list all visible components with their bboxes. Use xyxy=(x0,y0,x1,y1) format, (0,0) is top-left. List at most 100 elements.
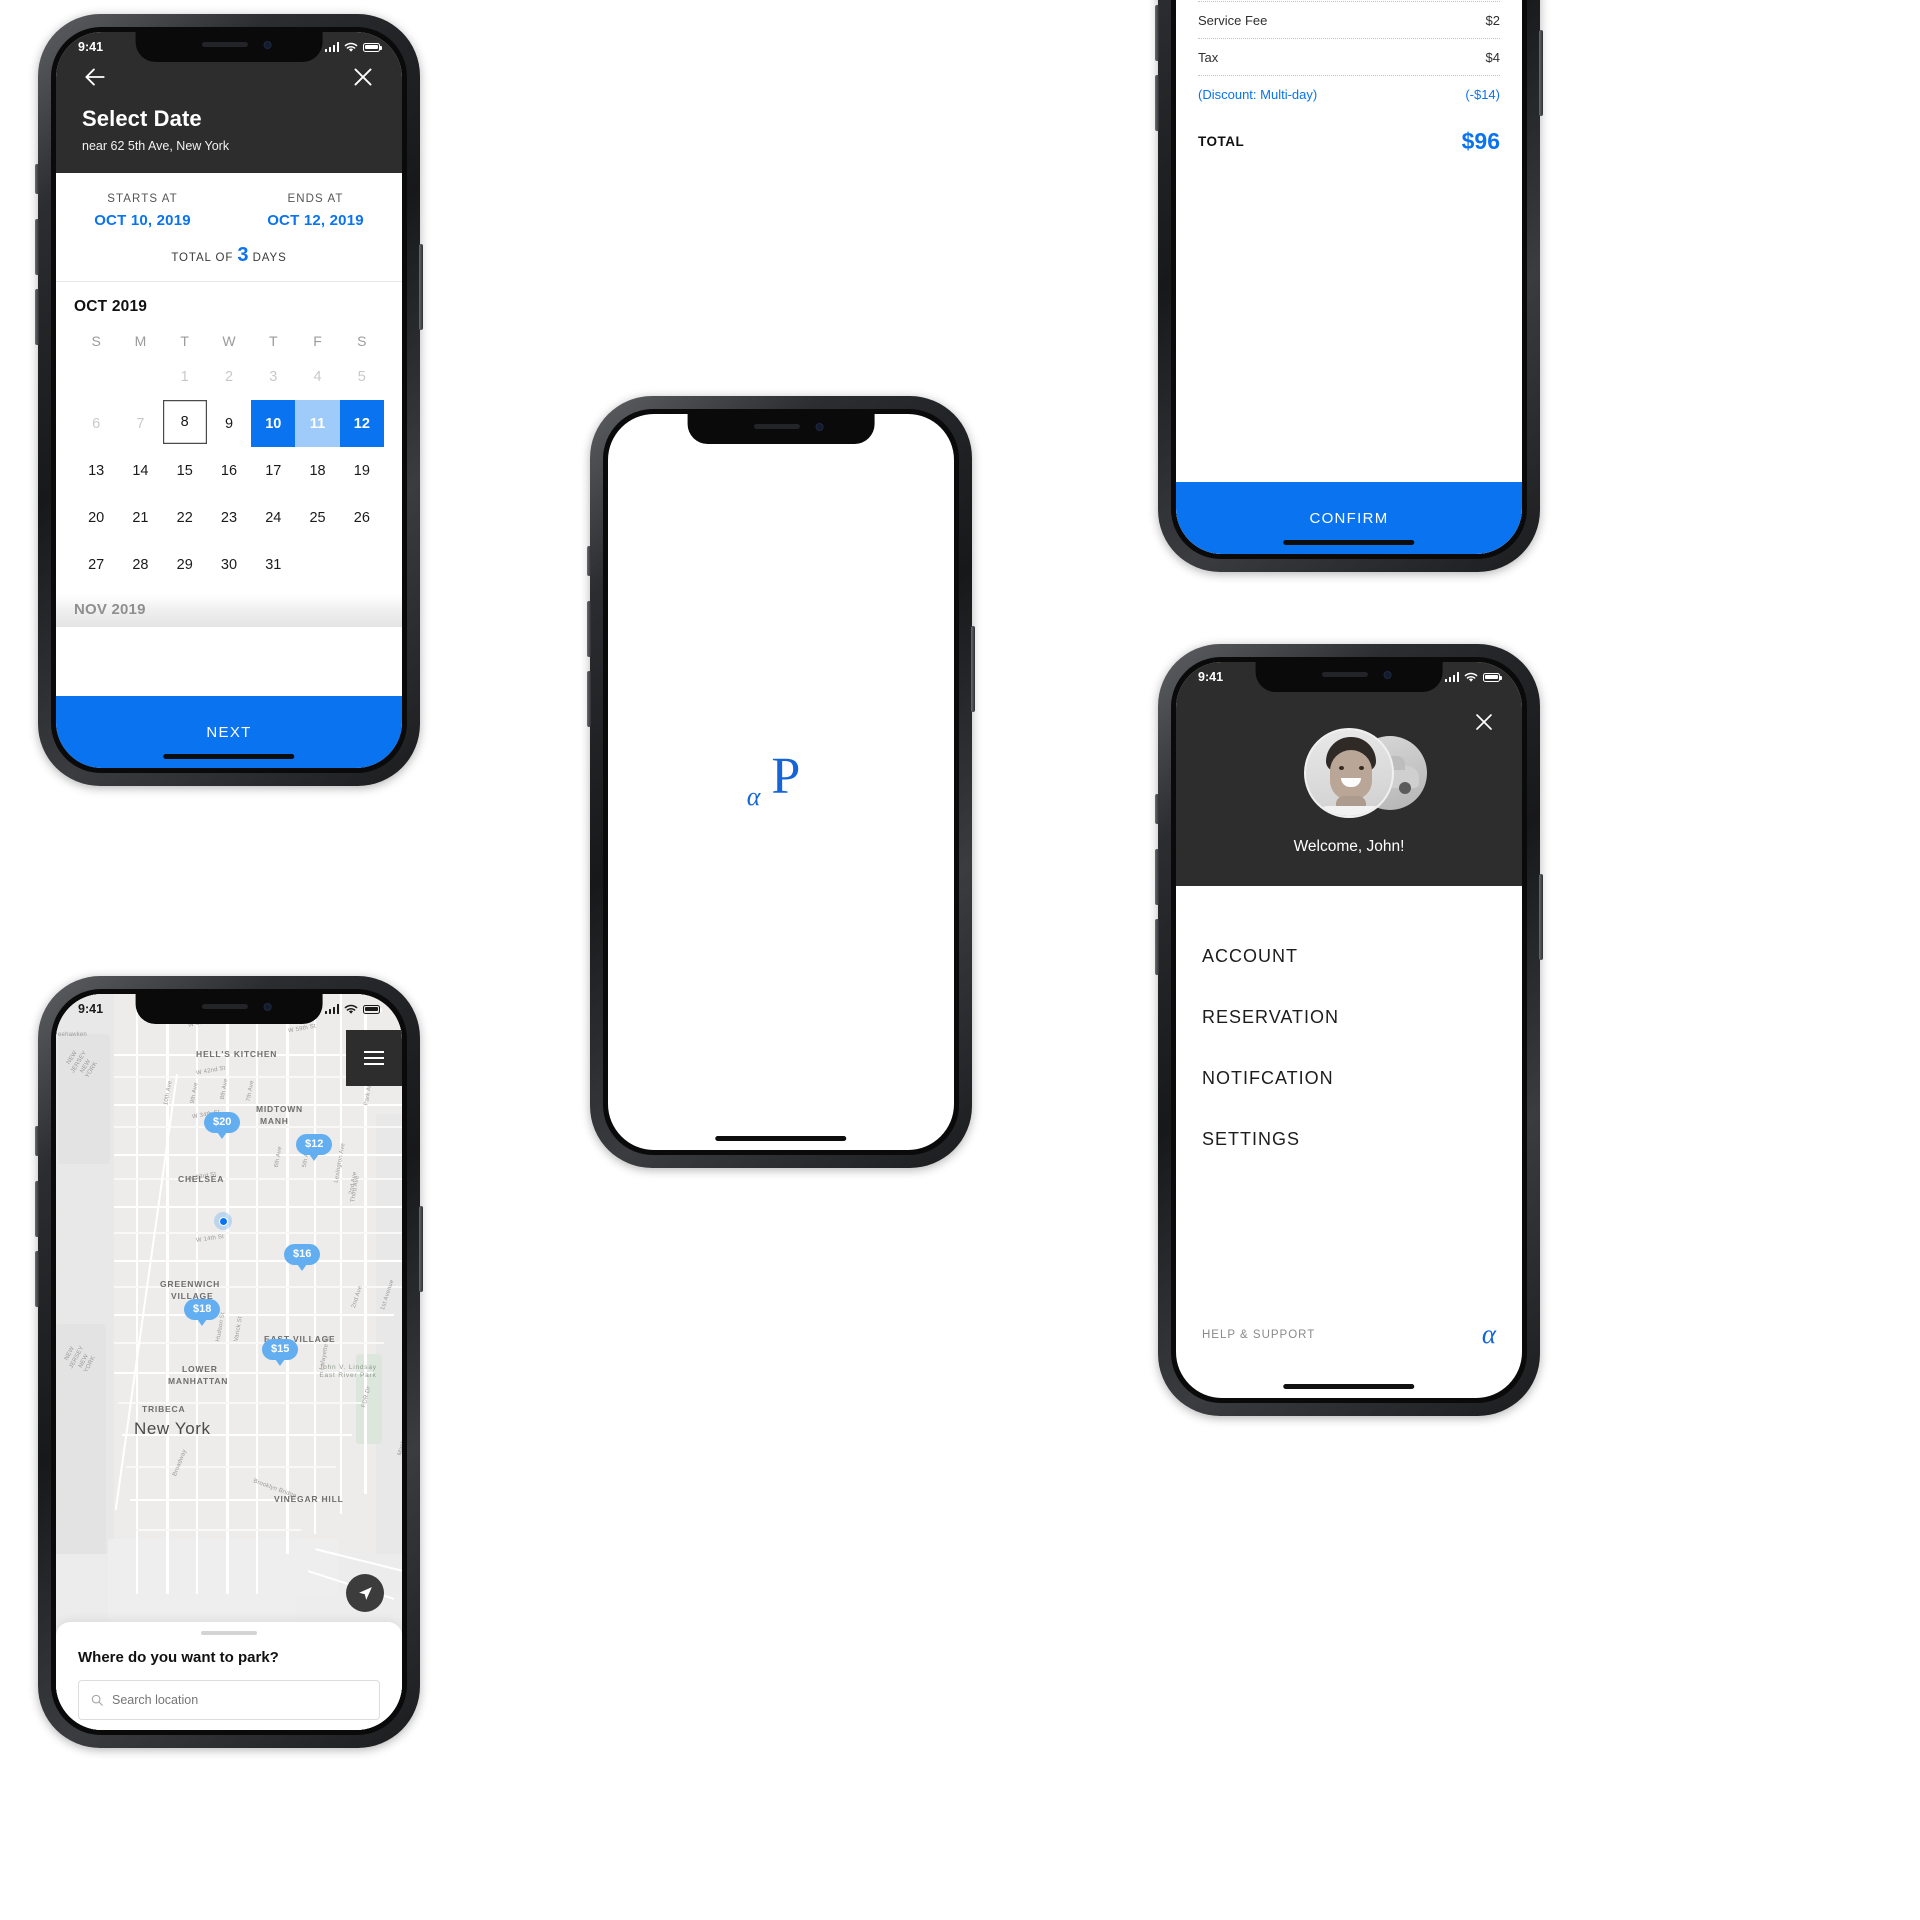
calendar-day-3[interactable]: 3 xyxy=(251,353,295,400)
cross-street xyxy=(114,1260,402,1262)
phone-bezel: αP xyxy=(603,409,959,1155)
volume-up-button[interactable] xyxy=(1155,849,1159,905)
calendar-day-30[interactable]: 30 xyxy=(207,541,251,588)
pricing-row-label: Service Fee xyxy=(1198,13,1268,28)
menu-item-account[interactable]: ACCOUNT xyxy=(1202,926,1496,987)
starts-at-block[interactable]: STARTS AT OCT 10, 2019 xyxy=(56,193,229,229)
status-time: 9:41 xyxy=(78,1002,104,1016)
calendar-day-11[interactable]: 11 xyxy=(295,400,340,447)
avatar[interactable] xyxy=(1304,728,1394,818)
ends-at-value: OCT 12, 2019 xyxy=(267,212,364,229)
calendar-day-7[interactable]: 7 xyxy=(118,400,162,447)
price-pin[interactable]: $20 xyxy=(204,1112,241,1133)
calendar-day-17[interactable]: 17 xyxy=(251,447,295,494)
calendar-day-8[interactable]: 8 xyxy=(163,400,207,444)
neighborhood-label: MANHATTAN xyxy=(168,1376,229,1386)
calendar-day-28[interactable]: 28 xyxy=(118,541,162,588)
volume-down-button[interactable] xyxy=(1155,75,1159,131)
search-box[interactable] xyxy=(78,1679,380,1720)
mute-switch[interactable] xyxy=(1155,794,1159,824)
speaker-grille xyxy=(202,1004,249,1009)
calendar-day-15[interactable]: 15 xyxy=(163,447,207,494)
price-pin[interactable]: $18 xyxy=(184,1299,221,1320)
calendar-day-29[interactable]: 29 xyxy=(163,541,207,588)
search-sheet: Where do you want to park? xyxy=(56,1622,402,1730)
menu-item-notifcation[interactable]: NOTIFCATION xyxy=(1202,1048,1496,1109)
volume-down-button[interactable] xyxy=(1155,919,1159,975)
volume-up-button[interactable] xyxy=(35,219,39,275)
power-button[interactable] xyxy=(419,1206,423,1292)
ends-at-block[interactable]: ENDS AT OCT 12, 2019 xyxy=(229,193,402,229)
mute-switch[interactable] xyxy=(35,1126,39,1156)
calendar-day-12[interactable]: 12 xyxy=(339,400,384,447)
calendar-day-16[interactable]: 16 xyxy=(207,447,251,494)
calendar-day-5[interactable]: 5 xyxy=(340,353,384,400)
avenue-road xyxy=(256,994,258,1594)
close-icon[interactable] xyxy=(350,64,376,90)
power-button[interactable] xyxy=(971,626,975,712)
cross-street xyxy=(114,1232,402,1234)
volume-down-button[interactable] xyxy=(587,671,591,727)
park-label: John V. Lindsay East River Park xyxy=(319,1364,377,1380)
map-view[interactable]: W 57th St W 59th St W 42nd St W 34th St … xyxy=(56,994,402,1730)
price-pin[interactable]: $12 xyxy=(296,1134,333,1155)
calendar-day-21[interactable]: 21 xyxy=(118,494,162,541)
calendar-day-19[interactable]: 19 xyxy=(340,447,384,494)
home-indicator[interactable] xyxy=(1283,1384,1415,1389)
volume-up-button[interactable] xyxy=(587,601,591,657)
volume-up-button[interactable] xyxy=(35,1181,39,1237)
calendar: OCT 2019 SMTWTFS 1 2 3 4 5 6 7 8 9 10 11 12 13 14 15 16… xyxy=(56,282,402,588)
calendar-day-22[interactable]: 22 xyxy=(163,494,207,541)
calendar-day-4[interactable]: 4 xyxy=(295,353,339,400)
neighborhood-label: MIDTOWN xyxy=(256,1104,303,1114)
calendar-day-20[interactable]: 20 xyxy=(74,494,118,541)
calendar-day-14[interactable]: 14 xyxy=(118,447,162,494)
calendar-day-26[interactable]: 26 xyxy=(340,494,384,541)
calendar-next-month-title: NOV 2019 xyxy=(56,594,402,627)
calendar-day-1[interactable]: 1 xyxy=(163,353,207,400)
status-icons xyxy=(1444,672,1502,683)
help-support-link[interactable]: HELP & SUPPORT xyxy=(1202,1329,1315,1341)
home-indicator[interactable] xyxy=(163,754,295,759)
calendar-day-25[interactable]: 25 xyxy=(295,494,339,541)
battery-icon xyxy=(363,1004,382,1014)
mute-switch[interactable] xyxy=(35,164,39,194)
calendar-day-23[interactable]: 23 xyxy=(207,494,251,541)
menu-item-settings[interactable]: SETTINGS xyxy=(1202,1109,1496,1170)
mute-switch[interactable] xyxy=(587,546,591,576)
calendar-day-9[interactable]: 9 xyxy=(207,400,251,447)
navigation-arrow-icon[interactable] xyxy=(346,1574,384,1612)
calendar-day-6[interactable]: 6 xyxy=(74,400,118,447)
power-button[interactable] xyxy=(1539,874,1543,960)
home-indicator[interactable] xyxy=(715,1136,847,1141)
status-time: 9:41 xyxy=(1198,670,1224,684)
menu-item-reservation[interactable]: RESERVATION xyxy=(1202,987,1496,1048)
calendar-day-31[interactable]: 31 xyxy=(251,541,295,588)
calendar-day-13[interactable]: 13 xyxy=(74,447,118,494)
phone-splash: αP xyxy=(587,396,975,1168)
price-pin[interactable]: $16 xyxy=(284,1244,321,1265)
pricing-rows: Parking Fee (2d 11hrs)$110Service Fee$2T… xyxy=(1198,0,1500,112)
calendar-day-10[interactable]: 10 xyxy=(251,400,296,447)
volume-up-button[interactable] xyxy=(1155,5,1159,61)
price-pin[interactable]: $15 xyxy=(262,1339,299,1360)
battery-icon xyxy=(363,42,382,52)
calendar-day-2[interactable]: 2 xyxy=(207,353,251,400)
total-days-count: 3 xyxy=(237,244,249,266)
notch xyxy=(687,414,875,444)
sheet-drag-handle[interactable] xyxy=(201,1631,257,1635)
volume-down-button[interactable] xyxy=(35,1251,39,1307)
power-button[interactable] xyxy=(1539,30,1543,116)
calendar-day-27[interactable]: 27 xyxy=(74,541,118,588)
home-indicator[interactable] xyxy=(1283,540,1415,545)
arrow-left-icon[interactable] xyxy=(82,64,108,90)
volume-down-button[interactable] xyxy=(35,289,39,345)
calendar-day-18[interactable]: 18 xyxy=(295,447,339,494)
hamburger-menu-icon[interactable] xyxy=(346,1030,402,1086)
search-input[interactable] xyxy=(112,1692,368,1707)
total-days-line: TOTAL OF 3 DAYS xyxy=(56,244,402,267)
calendar-day-empty xyxy=(340,541,384,588)
calendar-day-24[interactable]: 24 xyxy=(251,494,295,541)
wifi-icon xyxy=(1464,672,1478,682)
power-button[interactable] xyxy=(419,244,423,330)
